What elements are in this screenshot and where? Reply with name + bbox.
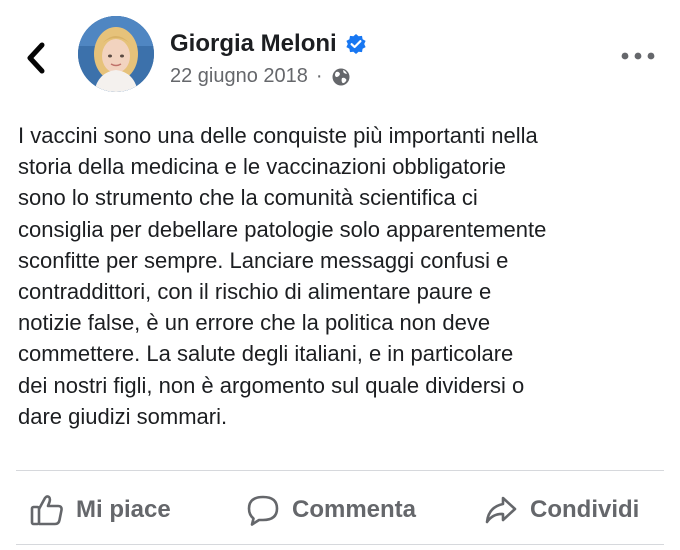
post-actions-bar: Mi piace Commenta Condividi [0, 478, 680, 540]
author-name[interactable]: Giorgia Meloni [170, 30, 367, 58]
like-button[interactable]: Mi piace [30, 492, 171, 528]
back-button[interactable] [18, 38, 54, 78]
globe-icon [332, 68, 350, 85]
share-arrow-icon [485, 496, 517, 524]
thumbs-up-icon [30, 495, 63, 526]
like-label: Mi piace [76, 496, 171, 523]
comment-button[interactable]: Commenta [246, 492, 416, 528]
post-date[interactable]: 22 giugno 2018 [170, 65, 308, 88]
post-meta: 22 giugno 2018 · [170, 65, 351, 88]
comment-bubble-icon [247, 495, 279, 526]
divider [16, 544, 664, 545]
avatar[interactable] [78, 16, 154, 92]
divider [16, 470, 664, 471]
more-dots-icon [621, 52, 655, 60]
profile-photo [78, 16, 154, 92]
share-button[interactable]: Condividi [484, 492, 639, 528]
more-options-button[interactable] [618, 44, 658, 68]
verified-badge-icon [346, 34, 366, 54]
post-body-text: I vaccini sono una delle conquiste più i… [18, 123, 547, 429]
chevron-left-icon [27, 42, 45, 74]
comment-label: Commenta [292, 496, 417, 523]
meta-separator: · [315, 65, 323, 87]
post-header: Giorgia Meloni 22 giugno 2018 · [0, 0, 680, 110]
share-label: Condividi [530, 496, 640, 523]
author-name-text: Giorgia Meloni [170, 30, 337, 57]
